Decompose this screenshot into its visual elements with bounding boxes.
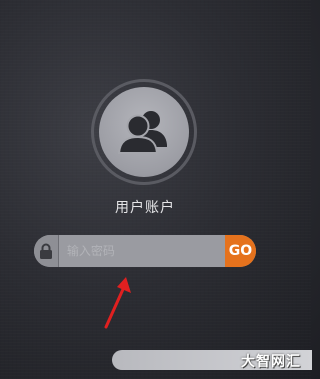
- users-icon: [117, 111, 167, 154]
- watermark: 大智网汇: [241, 354, 301, 370]
- background-texture: [0, 0, 311, 379]
- lock-icon: [39, 243, 52, 259]
- avatar-circle: [99, 87, 189, 177]
- lock-box: [34, 235, 59, 267]
- password-input[interactable]: [58, 235, 225, 267]
- account-label: 用户账户: [115, 200, 175, 216]
- login-form: GO: [34, 235, 256, 267]
- arrow-annotation: [104, 277, 131, 329]
- avatar: [91, 79, 197, 185]
- go-button[interactable]: GO: [224, 235, 256, 267]
